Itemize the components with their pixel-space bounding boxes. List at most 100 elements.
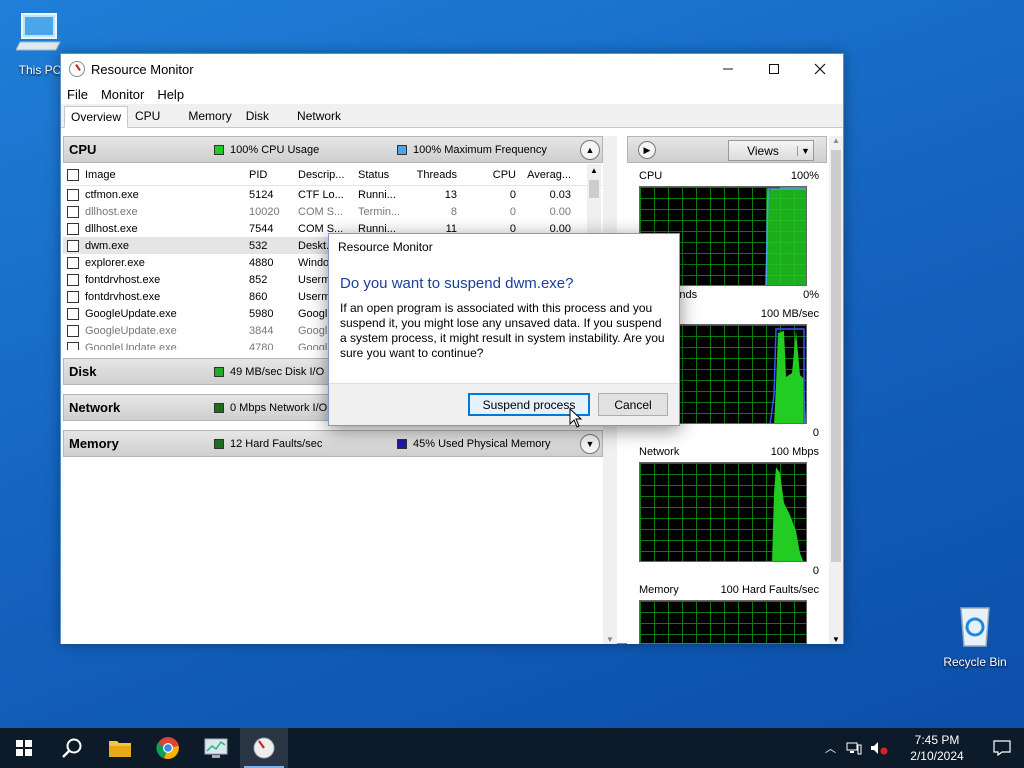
chrome-icon xyxy=(156,737,179,759)
notifications-button[interactable] xyxy=(980,728,1024,768)
col-pid[interactable]: PID xyxy=(246,169,296,181)
process-checkbox[interactable] xyxy=(67,273,79,286)
col-description[interactable]: Descrip... xyxy=(296,169,356,181)
process-image-cell: fontdrvhost.exe xyxy=(85,273,161,286)
tab-strip: Overview CPU Memory Disk Network xyxy=(61,104,843,128)
disk-graph-min: 0 xyxy=(812,427,819,439)
memory-section-title: Memory xyxy=(69,436,119,451)
tab-network[interactable]: Network xyxy=(290,105,348,127)
process-average-cell: 0.03 xyxy=(549,188,571,201)
col-cpu[interactable]: CPU xyxy=(461,169,521,181)
network-icon[interactable] xyxy=(846,741,862,755)
tab-overview[interactable]: Overview xyxy=(64,106,129,128)
cpu-graph-label: CPU xyxy=(639,170,663,182)
process-checkbox[interactable] xyxy=(67,188,79,201)
minimize-icon xyxy=(723,68,733,70)
process-checkbox[interactable] xyxy=(67,239,79,252)
start-button[interactable] xyxy=(0,728,48,768)
process-pid-cell: 5980 xyxy=(249,307,274,320)
resource-monitor-taskbar-button[interactable] xyxy=(240,728,288,768)
maximize-button[interactable] xyxy=(751,54,797,84)
disk-io-text: 49 MB/sec Disk I/O xyxy=(230,365,325,378)
max-frequency-text: 100% Maximum Frequency xyxy=(413,143,547,156)
process-pid-cell: 5124 xyxy=(249,188,274,201)
process-checkbox[interactable] xyxy=(67,324,79,337)
expand-chevron-icon[interactable]: ▼ xyxy=(580,433,600,454)
chrome-taskbar-button[interactable] xyxy=(144,728,192,768)
menu-file[interactable]: File xyxy=(67,87,88,102)
graphs-scroll-thumb[interactable] xyxy=(831,150,841,562)
cpu-section-header[interactable]: CPU 100% CPU Usage 100% Maximum Frequenc… xyxy=(63,136,603,163)
graphs-header: ▶ Views ▼ xyxy=(627,136,827,163)
minimize-button[interactable] xyxy=(705,54,751,84)
expand-arrow-icon[interactable]: ▶ xyxy=(638,141,656,159)
disk-io-area xyxy=(774,331,806,423)
col-status[interactable]: Status xyxy=(356,169,408,181)
menu-help[interactable]: Help xyxy=(157,87,184,102)
disk-section-title: Disk xyxy=(69,364,97,379)
network-io-text: 0 Mbps Network I/O xyxy=(230,401,328,414)
select-all-checkbox[interactable] xyxy=(67,168,79,181)
tab-memory[interactable]: Memory xyxy=(181,105,238,127)
process-checkbox[interactable] xyxy=(67,205,79,218)
process-checkbox[interactable] xyxy=(67,222,79,235)
file-explorer-taskbar-button[interactable] xyxy=(96,728,144,768)
cpu-graph-max: 100% xyxy=(790,170,819,182)
cancel-button[interactable]: Cancel xyxy=(598,393,668,416)
hard-faults-swatch xyxy=(214,438,224,449)
scroll-up-arrow-icon[interactable]: ▲ xyxy=(587,164,601,178)
tab-cpu[interactable]: CPU xyxy=(128,105,167,127)
resource-monitor-app-icon xyxy=(69,61,85,77)
process-checkbox[interactable] xyxy=(67,307,79,320)
clock[interactable]: 7:45 PM 2/10/2024 xyxy=(904,732,970,764)
process-checkbox[interactable] xyxy=(67,256,79,269)
process-checkbox[interactable] xyxy=(67,341,79,350)
process-image-cell: dllhost.exe xyxy=(85,222,138,235)
graphs-scrollbar[interactable]: ▲ ▼ xyxy=(829,136,843,644)
memory-section-header[interactable]: Memory 12 Hard Faults/sec 45% Used Physi… xyxy=(63,430,603,457)
views-dropdown[interactable]: Views ▼ xyxy=(728,140,814,161)
dialog-message: If an open program is associated with th… xyxy=(340,301,665,360)
system-tray: ︿ 7:45 PM 2/10/2024 xyxy=(825,728,1024,768)
volume-muted-icon[interactable] xyxy=(870,741,888,755)
process-pid-cell: 4780 xyxy=(249,341,274,351)
menu-bar: File Monitor Help xyxy=(61,84,843,104)
process-pid-cell: 860 xyxy=(249,290,268,303)
network-io-area xyxy=(772,467,804,561)
memory-graph-label: Memory xyxy=(639,584,679,596)
search-button[interactable] xyxy=(48,728,96,768)
process-description-cell: COM S... xyxy=(298,205,344,218)
task-manager-taskbar-button[interactable] xyxy=(192,728,240,768)
col-average[interactable]: Averag... xyxy=(521,169,576,181)
graphs-scroll-down-icon[interactable]: ▼ xyxy=(829,635,843,644)
col-image[interactable]: Image xyxy=(85,169,116,181)
notification-icon xyxy=(993,740,1011,756)
clock-time: 7:45 PM xyxy=(914,733,960,747)
windows-logo-icon xyxy=(16,740,32,756)
memory-graph-max: 100 Hard Faults/sec xyxy=(720,584,819,596)
scroll-thumb[interactable] xyxy=(589,180,599,198)
process-pid-cell: 10020 xyxy=(249,205,280,218)
graphs-scroll-up-icon[interactable]: ▲ xyxy=(829,136,843,150)
table-row[interactable]: dllhost.exe 10020 COM S... Termin... 8 0 0.00 xyxy=(63,203,603,220)
recycle-bin-label: Recycle Bin xyxy=(943,655,1007,669)
scroll-down-arrow-icon[interactable]: ▼ xyxy=(603,635,617,644)
close-button[interactable] xyxy=(797,54,843,84)
menu-monitor[interactable]: Monitor xyxy=(101,87,144,102)
recycle-bin-icon xyxy=(960,607,990,647)
show-hidden-icons-chevron-icon[interactable]: ︿ xyxy=(825,740,836,756)
table-row[interactable]: ctfmon.exe 5124 CTF Lo... Runni... 13 0 0.03 xyxy=(63,186,603,203)
process-image-cell: explorer.exe xyxy=(85,256,145,269)
resource-monitor-icon xyxy=(253,737,275,759)
col-threads[interactable]: Threads xyxy=(408,169,461,181)
process-checkbox[interactable] xyxy=(67,290,79,303)
mouse-cursor-icon xyxy=(569,408,583,428)
tab-disk[interactable]: Disk xyxy=(239,105,276,127)
title-bar[interactable]: Resource Monitor xyxy=(61,54,843,84)
used-memory-swatch xyxy=(397,438,407,449)
dialog-title[interactable]: Resource Monitor xyxy=(329,234,679,261)
process-image-cell: fontdrvhost.exe xyxy=(85,290,161,303)
recycle-bin-desktop-icon[interactable]: Recycle Bin xyxy=(935,602,1015,669)
network-graph-max: 100 Mbps xyxy=(770,446,819,458)
collapse-chevron-icon[interactable]: ▲ xyxy=(580,139,600,160)
